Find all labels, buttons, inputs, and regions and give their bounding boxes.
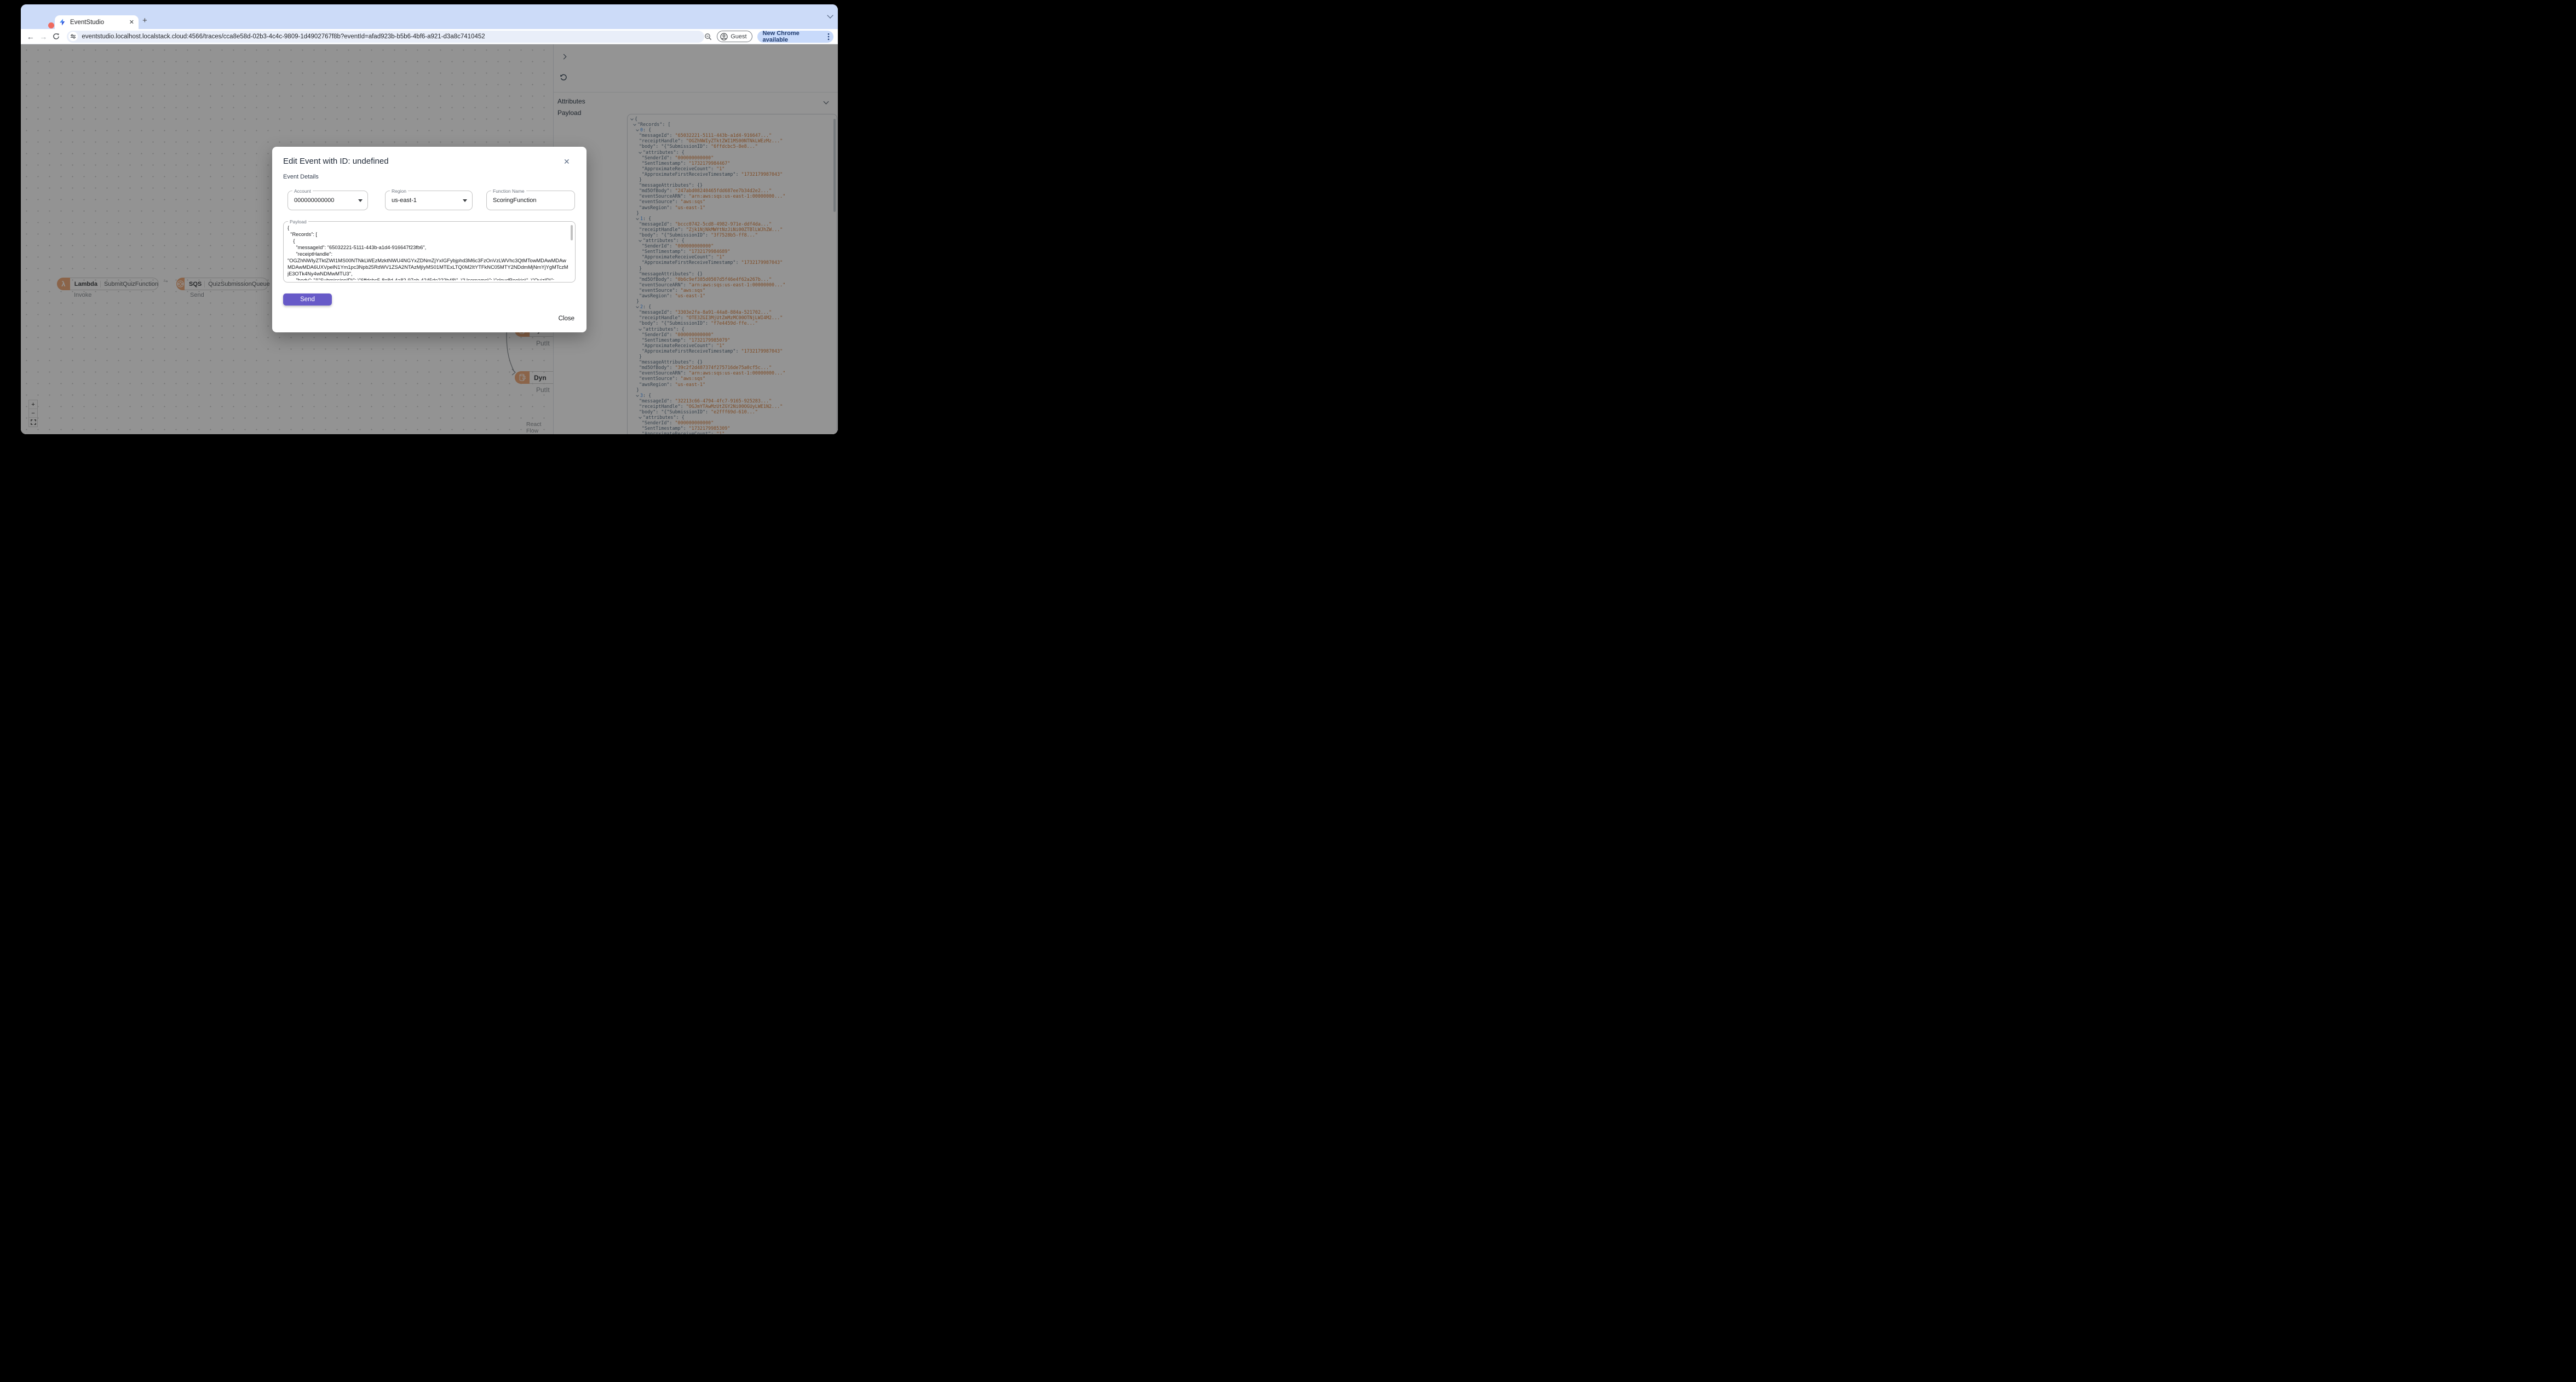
account-select[interactable]: Account 000000000000 bbox=[288, 188, 368, 210]
account-label: Account bbox=[292, 188, 313, 194]
screen: EventStudio ✕ + ← → eventstudio.localhos… bbox=[0, 0, 859, 460]
zoom-icon[interactable] bbox=[704, 33, 712, 41]
reload-button[interactable] bbox=[50, 33, 62, 40]
dropdown-caret-icon[interactable] bbox=[463, 199, 467, 202]
tab-eventstudio[interactable]: EventStudio ✕ bbox=[55, 15, 139, 29]
chrome-update-label: New Chrome available bbox=[762, 30, 800, 43]
page-content: λ Lambda SubmitQuizFunction Invoke → SQS… bbox=[21, 44, 838, 434]
profile-button[interactable]: Guest bbox=[717, 31, 752, 42]
new-tab-button[interactable]: + bbox=[142, 16, 147, 25]
payload-textarea-content[interactable]: { "Records": [ { "messageId": "65032221-… bbox=[288, 224, 568, 280]
back-button[interactable]: ← bbox=[24, 32, 37, 41]
region-select[interactable]: Region us-east-1 bbox=[385, 188, 473, 210]
browser-toolbar: ← → eventstudio.localhost.localstack.clo… bbox=[21, 29, 838, 44]
url-text[interactable]: eventstudio.localhost.localstack.cloud:4… bbox=[82, 33, 485, 40]
region-value: us-east-1 bbox=[392, 197, 417, 204]
tab-title: EventStudio bbox=[70, 19, 105, 26]
region-label: Region bbox=[390, 188, 408, 194]
account-value: 000000000000 bbox=[294, 197, 335, 204]
kebab-menu-icon[interactable] bbox=[827, 33, 830, 41]
profile-label: Guest bbox=[731, 33, 747, 40]
function-name-field[interactable]: Function Name ScoringFunction bbox=[486, 188, 575, 210]
address-bar[interactable]: eventstudio.localhost.localstack.cloud:4… bbox=[67, 30, 705, 43]
function-name-value: ScoringFunction bbox=[493, 197, 537, 204]
modal-close-icon[interactable]: ✕ bbox=[564, 157, 570, 166]
site-settings-icon[interactable] bbox=[68, 32, 78, 41]
browser-window: EventStudio ✕ + ← → eventstudio.localhos… bbox=[21, 4, 838, 434]
eventstudio-favicon-icon bbox=[59, 19, 66, 26]
function-name-label: Function Name bbox=[491, 188, 526, 194]
edit-event-modal: Edit Event with ID: undefined ✕ Event De… bbox=[272, 147, 586, 332]
chrome-update-button[interactable]: New Chrome available bbox=[757, 30, 833, 43]
tab-search-chevron-icon[interactable] bbox=[827, 12, 833, 19]
dropdown-caret-icon[interactable] bbox=[358, 199, 363, 202]
tab-close-icon[interactable]: ✕ bbox=[129, 19, 134, 26]
person-icon bbox=[720, 32, 728, 41]
forward-button[interactable]: → bbox=[37, 32, 49, 41]
event-details-label: Event Details bbox=[283, 174, 319, 180]
close-window-button[interactable] bbox=[48, 22, 54, 28]
payload-field-label: Payload bbox=[288, 219, 308, 224]
tab-strip: EventStudio ✕ + bbox=[21, 4, 838, 29]
payload-scrollbar[interactable] bbox=[571, 225, 573, 240]
modal-title: Edit Event with ID: undefined bbox=[283, 157, 389, 166]
payload-textarea[interactable]: Payload { "Records": [ { "messageId": "6… bbox=[283, 219, 576, 283]
send-button[interactable]: Send bbox=[283, 293, 332, 306]
close-button[interactable]: Close bbox=[559, 315, 574, 322]
